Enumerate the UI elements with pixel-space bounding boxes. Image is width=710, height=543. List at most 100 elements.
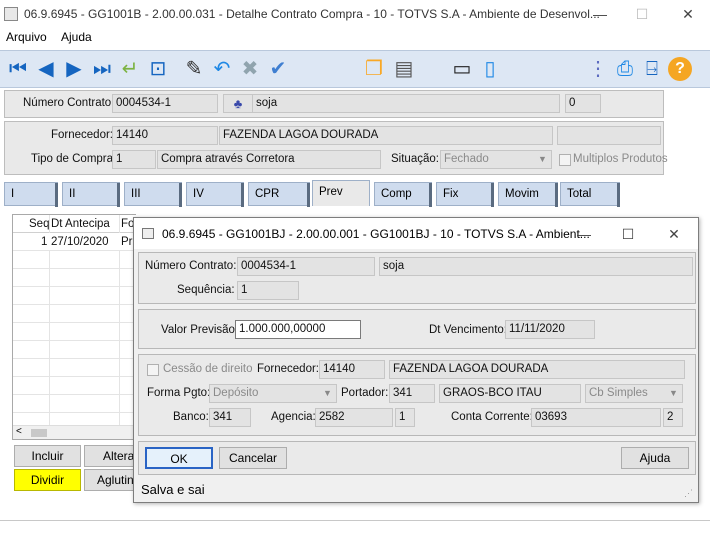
multi-products-label: Multiplos Produtos <box>573 153 668 165</box>
tab-fix[interactable]: Fix <box>436 182 494 207</box>
table-row[interactable]: 1 27/10/2020 Pr <box>13 233 136 251</box>
cancelar-button[interactable]: Cancelar <box>219 447 287 469</box>
dialog-status-text: Salva e sai <box>141 482 205 497</box>
alterar-button[interactable]: Alterar <box>84 445 140 467</box>
tab-iii[interactable]: III <box>124 182 182 207</box>
col-dt-antecipa[interactable]: Dt Antecipa <box>51 218 110 230</box>
edit-icon[interactable]: ✎ <box>182 57 206 81</box>
dialog-app-icon <box>142 228 154 239</box>
print-list-icon[interactable]: ▤ <box>392 57 416 81</box>
undo-icon[interactable]: ↶ <box>210 57 234 81</box>
dlg-seq-field[interactable]: 1 <box>237 281 299 300</box>
tab-label: Prev <box>319 186 343 198</box>
contract-field[interactable]: 0004534-1 <box>112 94 218 113</box>
minimize-button[interactable]: — <box>590 4 610 24</box>
scroll-left-icon[interactable]: < <box>16 426 22 437</box>
search-icon[interactable]: ⊡ <box>146 57 170 81</box>
situation-value: Fechado <box>444 153 489 165</box>
exit-icon[interactable]: ⍈ <box>640 57 664 81</box>
forecast-grid[interactable]: Seq Dt Antecipa Fo 1 27/10/2020 Pr < <box>12 214 136 440</box>
conta-dv-field[interactable]: 2 <box>663 408 683 427</box>
tree-search-icon[interactable]: ♣ <box>223 94 253 113</box>
supplier-code-field[interactable]: 14140 <box>112 126 218 145</box>
portador-name[interactable]: GRAOS-BCO ITAU <box>439 384 581 403</box>
help-icon[interactable]: ? <box>668 57 692 81</box>
ajuda-button[interactable]: Ajuda <box>621 447 689 469</box>
dialog-maximize-button[interactable]: ☐ <box>618 224 638 244</box>
tab-label: Movim <box>505 188 539 200</box>
tab-cpr[interactable]: CPR <box>248 182 310 207</box>
toolbar: ⏮ ◀ ▶ ⏭ ↵ ⊡ ✎ ↶ ✖ ✔ ❐ ▤ ▭ ▯ ⋮ ⎙ ⍈ ? <box>0 50 710 88</box>
dialog-minimize-button[interactable]: — <box>574 224 594 244</box>
maximize-button[interactable]: ☐ <box>632 4 652 24</box>
agencia-dv-field[interactable]: 1 <box>395 408 415 427</box>
dlg-forn-name[interactable]: FAZENDA LAGOA DOURADA <box>389 360 685 379</box>
first-icon[interactable]: ⏮ <box>6 57 30 81</box>
menu-bar: Arquivo Ajuda <box>0 28 710 48</box>
purchase-type-desc[interactable]: Compra através Corretora <box>157 150 381 169</box>
valor-input[interactable]: 1.000.000,00000 <box>235 320 361 339</box>
prev-icon[interactable]: ◀ <box>34 57 58 81</box>
cell-date: 27/10/2020 <box>51 236 109 248</box>
extra-field[interactable]: 0 <box>565 94 601 113</box>
dialog-payment-section: Cessão de direito Fornecedor: 14140 FAZE… <box>138 354 696 436</box>
menu-arquivo[interactable]: Arquivo <box>6 30 47 44</box>
agencia-field[interactable]: 2582 <box>315 408 393 427</box>
supplier-name-field[interactable]: FAZENDA LAGOA DOURADA <box>219 126 553 145</box>
printer-icon[interactable]: ⎙ <box>613 57 637 81</box>
forma-select[interactable]: Depósito ▼ <box>209 384 337 403</box>
incluir-button[interactable]: Incluir <box>14 445 81 467</box>
cessao-checkbox[interactable] <box>147 364 159 376</box>
form-icon[interactable]: ▭ <box>450 57 474 81</box>
delete-icon[interactable]: ✖ <box>238 57 262 81</box>
last-icon[interactable]: ⏭ <box>90 57 114 81</box>
save-icon[interactable]: ✔ <box>266 57 290 81</box>
tab-comp[interactable]: Comp <box>374 182 432 207</box>
commodity-field[interactable]: soja <box>252 94 560 113</box>
situation-select[interactable]: Fechado ▼ <box>440 150 552 169</box>
tab-i[interactable]: I <box>4 182 58 207</box>
cb-select[interactable]: Cb Simples ▼ <box>585 384 683 403</box>
tab-label: I <box>11 188 15 200</box>
portador-label: Portador: <box>341 387 389 399</box>
tab-movim[interactable]: Movim <box>498 182 558 207</box>
dlg-commodity-field[interactable]: soja <box>379 257 693 276</box>
menu-ajuda[interactable]: Ajuda <box>61 30 92 44</box>
forecast-dialog: 06.9.6945 - GG1001BJ - 2.00.00.001 - GG1… <box>133 217 699 503</box>
tab-iv[interactable]: IV <box>186 182 244 207</box>
cb-value: Cb Simples <box>589 387 648 399</box>
col-seq[interactable]: Seq <box>29 218 49 230</box>
dlg-forn-code[interactable]: 14140 <box>319 360 385 379</box>
tree-icon[interactable]: ⋮ <box>586 57 610 81</box>
supplier-extra-field[interactable] <box>557 126 661 145</box>
document-icon[interactable]: ▯ <box>478 57 502 81</box>
next-icon[interactable]: ▶ <box>62 57 86 81</box>
tab-label: CPR <box>255 188 280 200</box>
dividir-button[interactable]: Dividir <box>14 469 81 491</box>
dialog-button-bar: OK Cancelar Ajuda <box>138 441 696 475</box>
venc-field[interactable]: 11/11/2020 <box>505 320 595 339</box>
multi-products-checkbox[interactable] <box>559 154 571 166</box>
conta-label: Conta Corrente: <box>451 411 533 423</box>
tab-label: III <box>131 188 141 200</box>
supplier-label: Fornecedor: <box>51 129 114 141</box>
goto-icon[interactable]: ↵ <box>118 57 142 81</box>
dlg-contract-field[interactable]: 0004534-1 <box>237 257 375 276</box>
tab-bar: I II III IV CPR Prev Comp Fix Movim Tota… <box>4 180 624 207</box>
tab-ii[interactable]: II <box>62 182 120 207</box>
banco-field[interactable]: 341 <box>209 408 251 427</box>
dialog-close-button[interactable]: ✕ <box>664 224 684 244</box>
conta-field[interactable]: 03693 <box>531 408 661 427</box>
purchase-type-code[interactable]: 1 <box>112 150 156 169</box>
portador-code[interactable]: 341 <box>389 384 435 403</box>
horizontal-scrollbar[interactable]: < <box>13 425 136 439</box>
tab-total[interactable]: Total <box>560 182 620 207</box>
close-button[interactable]: ✕ <box>678 4 698 24</box>
tab-prev[interactable]: Prev <box>312 180 370 206</box>
aglutinar-button[interactable]: Aglutinar <box>84 469 144 491</box>
copy-icon[interactable]: ❐ <box>362 57 386 81</box>
tab-label: II <box>69 188 76 200</box>
ok-button[interactable]: OK <box>145 447 213 469</box>
resize-grip-icon[interactable]: ⋰ <box>684 488 693 499</box>
scroll-thumb[interactable] <box>31 429 47 437</box>
